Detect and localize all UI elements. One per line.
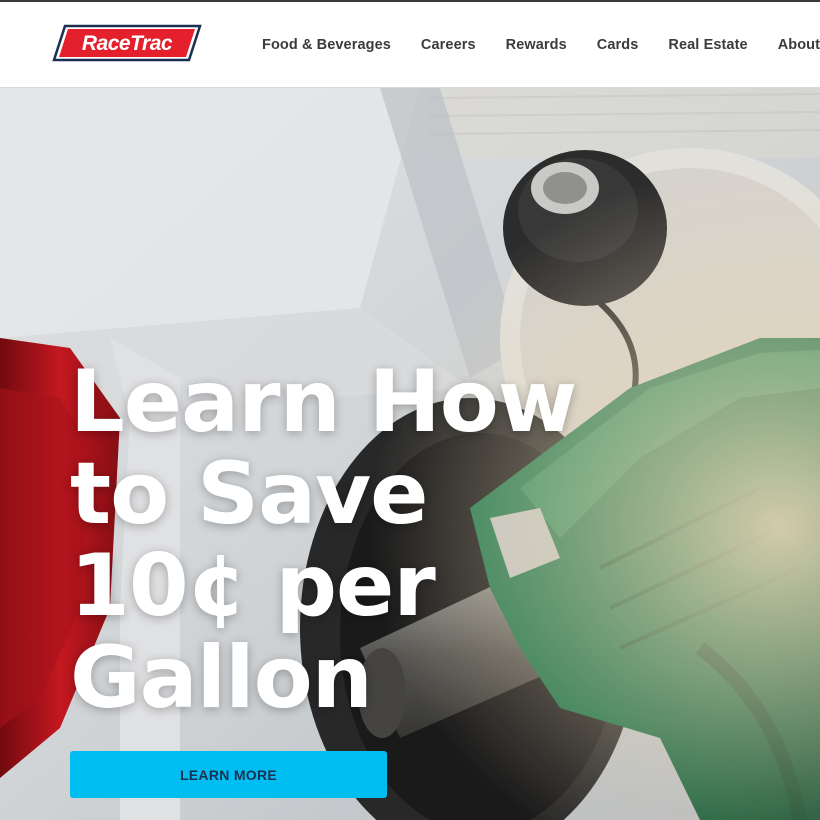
nav-careers[interactable]: Careers: [421, 37, 476, 53]
nav-about-us[interactable]: About Us: [778, 37, 820, 53]
main-nav: Food & Beverages Careers Rewards Cards R…: [262, 2, 820, 88]
nav-rewards[interactable]: Rewards: [506, 37, 567, 53]
site-header: RaceTrac Food & Beverages Careers Reward…: [0, 2, 820, 88]
nav-real-estate[interactable]: Real Estate: [668, 37, 747, 53]
headline-line-2: to Save: [70, 444, 429, 544]
hero-banner: Learn How to Save 10¢ per Gallon LEARN M…: [0, 88, 820, 820]
headline-line-1: Learn How: [70, 352, 577, 452]
racetrac-logo[interactable]: RaceTrac: [52, 24, 202, 62]
hero-headline: Learn How to Save 10¢ per Gallon: [70, 356, 630, 724]
headline-line-4: Gallon: [70, 628, 373, 728]
nav-cards[interactable]: Cards: [597, 37, 639, 53]
learn-more-button[interactable]: LEARN MORE: [70, 751, 387, 798]
nav-food-beverages[interactable]: Food & Beverages: [262, 37, 391, 53]
headline-line-3: 10¢ per: [70, 536, 436, 636]
logo-wordmark: RaceTrac: [82, 32, 173, 55]
